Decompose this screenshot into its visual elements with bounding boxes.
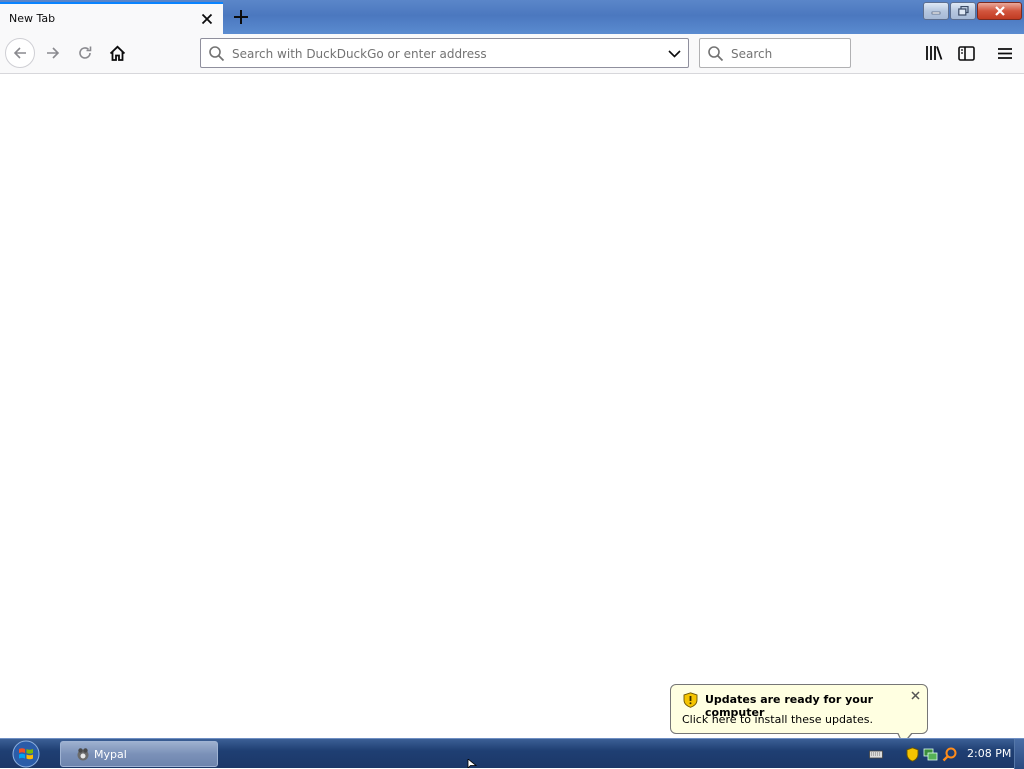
tray-keyboard-button[interactable] xyxy=(868,746,884,762)
taskbar-clock[interactable]: 2:08 PM xyxy=(967,747,1011,760)
start-button[interactable] xyxy=(8,739,44,769)
taskbar-item-mypal[interactable]: Mypal xyxy=(60,741,218,767)
network-icon xyxy=(923,748,937,760)
tray-updates-button[interactable] xyxy=(904,746,920,762)
keyboard-icon xyxy=(869,750,883,759)
address-dropdown-button[interactable] xyxy=(665,45,683,63)
tray-network-button[interactable] xyxy=(922,746,938,762)
page-content[interactable] xyxy=(0,74,1024,738)
search-icon xyxy=(708,46,724,62)
reload-button[interactable] xyxy=(70,38,100,68)
library-button[interactable] xyxy=(922,42,946,64)
search-input[interactable] xyxy=(731,45,843,63)
forward-arrow-icon xyxy=(47,47,60,59)
mypal-app-icon xyxy=(77,748,89,761)
chevron-down-icon xyxy=(667,50,681,58)
tab-title: New Tab xyxy=(9,12,56,25)
shield-icon xyxy=(683,692,698,708)
minimize-button[interactable] xyxy=(923,2,949,20)
menu-button[interactable] xyxy=(993,42,1017,64)
restore-icon xyxy=(957,6,969,16)
sidebar-icon xyxy=(957,45,975,61)
sidebar-button[interactable] xyxy=(954,42,978,64)
home-button[interactable] xyxy=(102,38,132,68)
address-input[interactable] xyxy=(232,45,652,63)
tab-strip: New Tab xyxy=(0,0,1024,34)
update-notification-balloon[interactable]: Updates are ready for your computer Clic… xyxy=(670,684,928,734)
plus-icon xyxy=(234,10,248,24)
restore-button[interactable] xyxy=(950,2,976,20)
back-arrow-icon xyxy=(13,47,26,59)
notification-message[interactable]: Click here to install these updates. xyxy=(682,713,873,726)
search-bar[interactable] xyxy=(699,38,851,68)
notification-close-button[interactable] xyxy=(909,689,921,701)
forward-button[interactable] xyxy=(38,38,68,68)
navigation-toolbar xyxy=(0,34,1024,74)
mouse-cursor-icon xyxy=(467,759,477,768)
shield-icon xyxy=(906,746,918,762)
back-button[interactable] xyxy=(5,38,35,68)
search-icon xyxy=(209,46,225,62)
hamburger-menu-icon xyxy=(998,47,1012,59)
address-bar[interactable] xyxy=(200,38,689,68)
library-icon xyxy=(926,46,943,60)
tray-search-button[interactable] xyxy=(941,746,957,762)
close-icon xyxy=(201,13,213,25)
show-desktop-button[interactable] xyxy=(1014,739,1024,769)
new-tab-button[interactable] xyxy=(228,4,254,30)
minimize-icon xyxy=(931,11,941,15)
taskbar-item-label: Mypal xyxy=(94,748,127,761)
taskbar: Mypal 2:08 PM xyxy=(0,738,1024,769)
tab-new-tab[interactable]: New Tab xyxy=(0,2,223,34)
tab-close-button[interactable] xyxy=(198,10,216,28)
home-icon xyxy=(109,45,125,61)
window-controls xyxy=(923,2,1022,20)
windows-logo-icon xyxy=(12,740,40,768)
close-icon xyxy=(910,690,920,700)
reload-icon xyxy=(79,46,92,59)
search-icon xyxy=(942,747,956,761)
close-icon xyxy=(994,6,1005,16)
close-window-button[interactable] xyxy=(977,2,1022,20)
